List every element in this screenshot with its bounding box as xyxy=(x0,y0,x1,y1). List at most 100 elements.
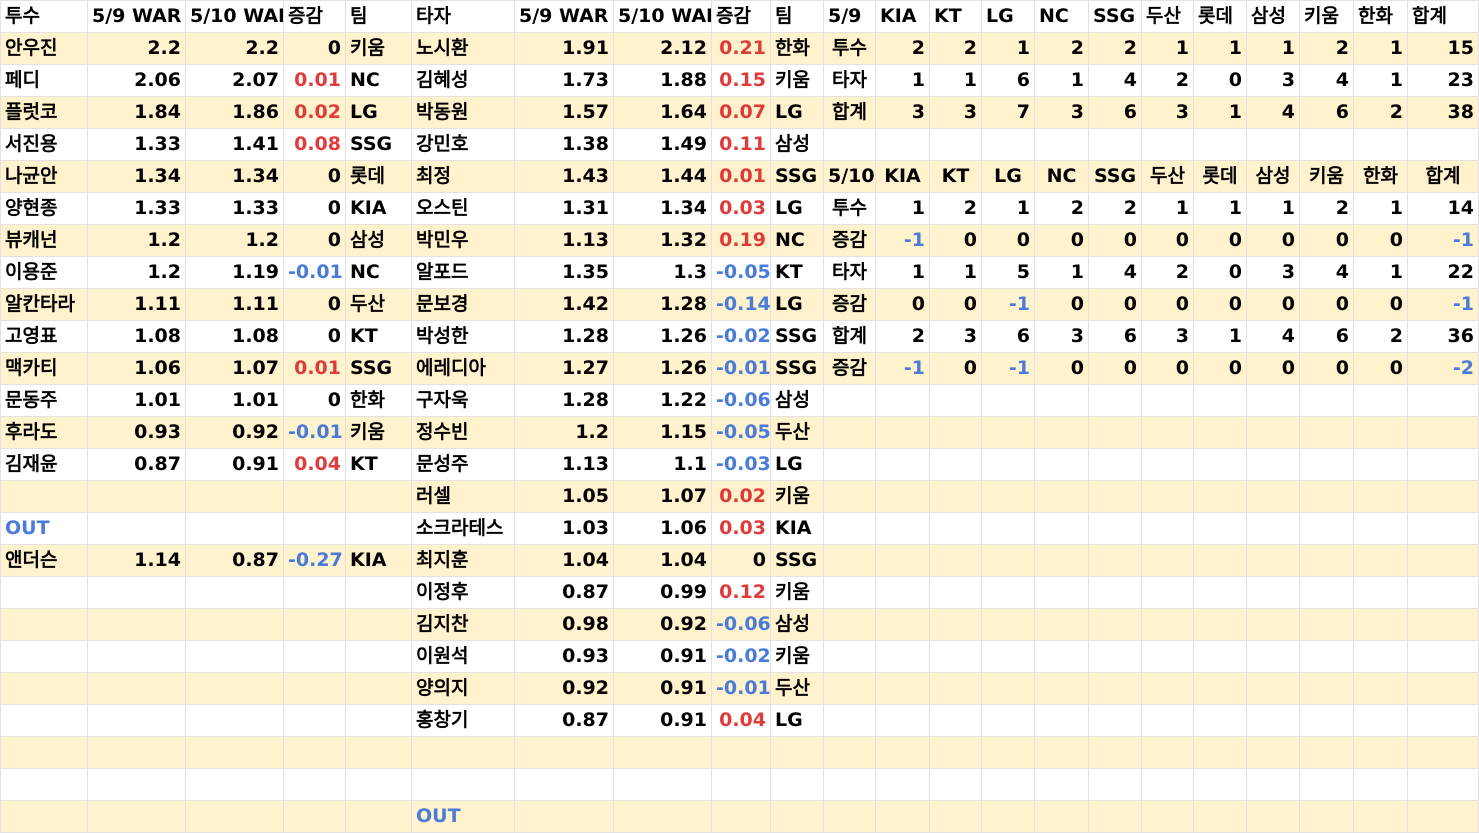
empty-cell[interactable] xyxy=(1141,384,1194,417)
empty-cell[interactable] xyxy=(875,384,930,417)
empty-cell[interactable] xyxy=(875,800,930,833)
summary59-value-cell[interactable]: 2 xyxy=(875,32,930,65)
empty-cell[interactable] xyxy=(823,576,876,609)
batter-name-cell[interactable] xyxy=(411,736,515,769)
empty-cell[interactable] xyxy=(1299,608,1354,641)
batter-war510-cell[interactable]: 1.49 xyxy=(613,128,712,161)
pitcher-war59-header[interactable]: 5/9 WAR xyxy=(87,0,186,33)
batter-name-cell[interactable]: 박민우 xyxy=(411,224,515,257)
batter-name-cell[interactable]: 노시환 xyxy=(411,32,515,65)
pitcher-name-cell[interactable]: 양현종 xyxy=(0,192,88,225)
pitcher-war510-cell[interactable]: 1.34 xyxy=(185,160,284,193)
empty-cell[interactable] xyxy=(1246,768,1300,801)
pitcher-change-header[interactable]: 증감 xyxy=(283,0,346,33)
batter-team-cell[interactable]: 삼성 xyxy=(770,384,824,417)
empty-cell[interactable] xyxy=(981,544,1035,577)
empty-cell[interactable] xyxy=(823,512,876,545)
summary510-value-cell[interactable]: -1 xyxy=(981,352,1035,385)
empty-cell[interactable] xyxy=(929,384,982,417)
batter-change-cell[interactable]: 0.03 xyxy=(711,192,771,225)
pitcher-war59-cell[interactable]: 1.11 xyxy=(87,288,186,321)
summary510-value-cell[interactable]: 0 xyxy=(929,352,982,385)
summary59-value-cell[interactable]: 3 xyxy=(1141,96,1194,129)
summary510-value-cell[interactable]: 1 xyxy=(1246,192,1300,225)
empty-cell[interactable] xyxy=(981,672,1035,705)
empty-cell[interactable] xyxy=(1193,384,1247,417)
empty-cell[interactable] xyxy=(1193,736,1247,769)
batter-war59-cell[interactable]: 1.43 xyxy=(514,160,614,193)
empty-cell[interactable] xyxy=(1353,640,1408,673)
batter-name-cell[interactable]: OUT xyxy=(411,800,515,833)
empty-cell[interactable] xyxy=(283,704,346,737)
summary510-value-cell[interactable]: 0 xyxy=(1193,256,1247,289)
empty-cell[interactable] xyxy=(875,512,930,545)
summary510-value-cell[interactable]: 0 xyxy=(1193,288,1247,321)
batter-name-cell[interactable]: 김지찬 xyxy=(411,608,515,641)
summary510-value-cell[interactable]: 1 xyxy=(981,192,1035,225)
pitcher-team-cell[interactable]: LG xyxy=(345,96,412,129)
batter-war59-cell[interactable]: 1.27 xyxy=(514,352,614,385)
pitcher-team-cell[interactable]: 키움 xyxy=(345,416,412,449)
pitcher-war59-cell[interactable]: 0.87 xyxy=(87,448,186,481)
empty-cell[interactable] xyxy=(1088,512,1142,545)
batter-change-cell[interactable]: -0.01 xyxy=(711,352,771,385)
summary510-value-cell[interactable]: 0 xyxy=(1193,352,1247,385)
empty-cell[interactable] xyxy=(87,768,186,801)
pitcher-team-cell[interactable]: NC xyxy=(345,256,412,289)
batter-team-cell[interactable]: 두산 xyxy=(770,416,824,449)
pitcher-change-cell[interactable]: 0 xyxy=(283,32,346,65)
pitcher-name-cell[interactable]: OUT xyxy=(0,512,88,545)
empty-cell[interactable] xyxy=(345,800,412,833)
summary510-team-header[interactable]: 삼성 xyxy=(1246,160,1300,193)
batter-war510-cell[interactable]: 1.06 xyxy=(613,512,712,545)
empty-cell[interactable] xyxy=(185,736,284,769)
empty-cell[interactable] xyxy=(1034,384,1089,417)
empty-cell[interactable] xyxy=(1407,704,1479,737)
summary59-value-cell[interactable]: 2 xyxy=(1034,32,1089,65)
pitcher-change-cell[interactable]: 0.02 xyxy=(283,96,346,129)
batter-team-cell[interactable]: SSG xyxy=(770,544,824,577)
empty-cell[interactable] xyxy=(1141,672,1194,705)
empty-cell[interactable] xyxy=(823,608,876,641)
batter-war59-cell[interactable] xyxy=(514,768,614,801)
empty-cell[interactable] xyxy=(1088,480,1142,513)
batter-name-cell[interactable]: 구자욱 xyxy=(411,384,515,417)
empty-cell[interactable] xyxy=(1353,800,1408,833)
empty-cell[interactable] xyxy=(1407,576,1479,609)
batter-change-cell[interactable]: 0.11 xyxy=(711,128,771,161)
empty-cell[interactable] xyxy=(875,640,930,673)
empty-cell[interactable] xyxy=(1034,416,1089,449)
empty-cell[interactable] xyxy=(981,448,1035,481)
batter-team-cell[interactable]: NC xyxy=(770,224,824,257)
empty-cell[interactable] xyxy=(0,768,88,801)
summary59-value-cell[interactable]: 4 xyxy=(1088,64,1142,97)
empty-cell[interactable] xyxy=(1088,736,1142,769)
pitcher-name-cell[interactable]: 김재윤 xyxy=(0,448,88,481)
batter-change-cell[interactable] xyxy=(711,800,771,833)
empty-cell[interactable] xyxy=(1088,576,1142,609)
batter-header[interactable]: 타자 xyxy=(411,0,515,33)
summary510-value-cell[interactable]: 6 xyxy=(1088,320,1142,353)
summary59-value-cell[interactable]: 1 xyxy=(981,32,1035,65)
empty-cell[interactable] xyxy=(1193,416,1247,449)
empty-cell[interactable] xyxy=(823,640,876,673)
empty-cell[interactable] xyxy=(823,768,876,801)
empty-cell[interactable] xyxy=(1034,544,1089,577)
summary59-team-header[interactable]: SSG xyxy=(1088,0,1142,33)
batter-war510-cell[interactable]: 1.3 xyxy=(613,256,712,289)
empty-cell[interactable] xyxy=(1246,736,1300,769)
pitcher-war510-cell[interactable]: 1.11 xyxy=(185,288,284,321)
empty-cell[interactable] xyxy=(185,608,284,641)
empty-cell[interactable] xyxy=(185,800,284,833)
summary510-team-header[interactable]: 두산 xyxy=(1141,160,1194,193)
batter-name-cell[interactable]: 에레디아 xyxy=(411,352,515,385)
empty-cell[interactable] xyxy=(875,768,930,801)
empty-cell[interactable] xyxy=(1407,384,1479,417)
empty-cell[interactable] xyxy=(1299,576,1354,609)
empty-cell[interactable] xyxy=(1193,576,1247,609)
summary510-value-cell[interactable]: 1 xyxy=(1193,192,1247,225)
batter-name-cell[interactable]: 문성주 xyxy=(411,448,515,481)
pitcher-change-cell[interactable]: 0.08 xyxy=(283,128,346,161)
empty-cell[interactable] xyxy=(1353,512,1408,545)
empty-cell[interactable] xyxy=(1141,544,1194,577)
